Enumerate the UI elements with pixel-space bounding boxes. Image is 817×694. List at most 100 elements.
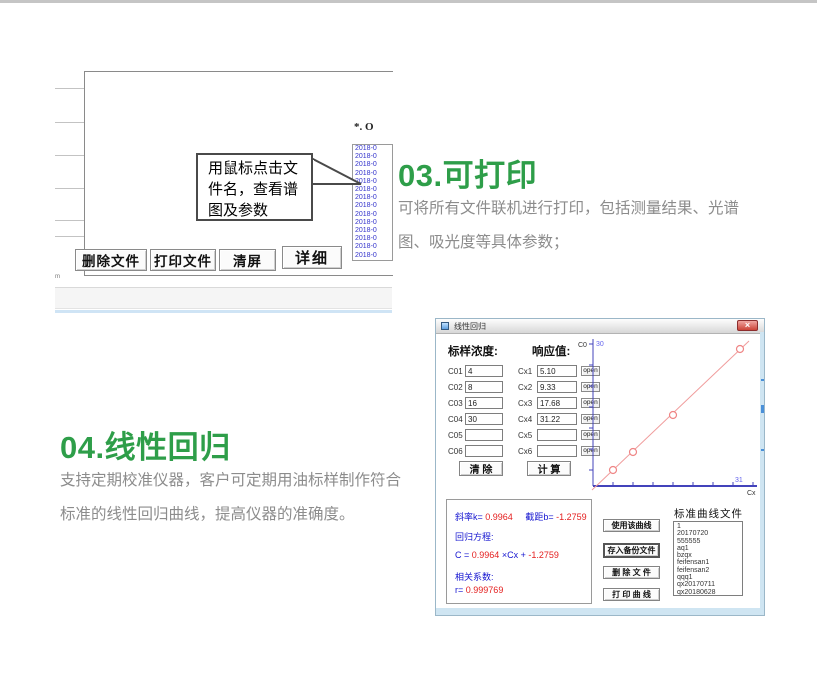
section-print-body: 可将所有文件联机进行打印，包括测量结果、光谱图、吸光度等具体参数； xyxy=(398,192,750,260)
curve-file-item[interactable]: bzqx xyxy=(677,552,742,559)
c-value-input[interactable] xyxy=(465,413,503,425)
callout-pointer xyxy=(311,156,363,190)
delete-curve-file-button[interactable]: 删 除 文 件 xyxy=(603,566,660,579)
file-date-item[interactable]: 2018-0 xyxy=(355,219,392,227)
use-curve-button[interactable]: 使用该曲线 xyxy=(603,519,660,532)
cx-label: Cx6 xyxy=(518,447,532,456)
equation-intercept: -1.2759 xyxy=(528,550,559,560)
clear-button[interactable]: 清 除 xyxy=(459,461,503,476)
cx-value-input[interactable] xyxy=(537,429,577,441)
curve-file-item[interactable]: feifensan1 xyxy=(677,559,742,566)
equation-slope: 0.9964 xyxy=(472,550,500,560)
curve-file-item[interactable]: 20170720 xyxy=(677,530,742,537)
file-date-item[interactable]: 2018-0 xyxy=(355,252,392,260)
cx-label: Cx3 xyxy=(518,399,532,408)
dialog-bottom-edge xyxy=(436,608,764,615)
edge-mark xyxy=(761,405,764,413)
accent-strip xyxy=(55,310,392,313)
section-print-heading: 03.可打印 xyxy=(398,150,537,195)
curve-file-item[interactable]: qqq1 xyxy=(677,574,742,581)
clear-screen-button[interactable]: 清屏 xyxy=(219,249,276,271)
save-backup-button[interactable]: 存入备份文件 xyxy=(603,543,660,558)
file-date-item[interactable]: 2018-0 xyxy=(355,202,392,210)
status-strip xyxy=(55,287,392,309)
linear-regression-dialog: 线性回归 × 标样浓度: 响应值: C01 Cx1 open C02 Cx2 o… xyxy=(435,318,765,616)
cx-label: Cx1 xyxy=(518,367,532,376)
data-point xyxy=(670,412,677,419)
gridline-stub xyxy=(55,188,84,189)
tooltip-callout: 用鼠标点击文 件名，查看谱 图及参数 xyxy=(196,153,313,221)
input-row: C05 Cx5 open xyxy=(436,429,601,443)
c-label: C02 xyxy=(448,383,463,392)
cx-value-input[interactable] xyxy=(537,397,577,409)
file-date-item[interactable]: 2018-0 xyxy=(355,194,392,202)
input-row: C04 Cx4 open xyxy=(436,413,601,427)
c-value-input[interactable] xyxy=(465,429,503,441)
r-value: 0.999769 xyxy=(466,585,504,595)
file-date-item[interactable]: 2018-0 xyxy=(355,235,392,243)
calculate-button[interactable]: 计 算 xyxy=(527,461,571,476)
software-screenshot-fragment: *. O 2018-0 2018-0 2018-0 2018-0 2018-0 … xyxy=(0,0,400,320)
curve-file-list[interactable]: 1 20170720 555555 aq1 bzqx feifensan1 fe… xyxy=(673,521,743,596)
gridline-stub xyxy=(55,88,84,89)
file-column-header: *. O xyxy=(354,121,374,133)
c-label: C06 xyxy=(448,447,463,456)
callout-text-line: 图及参数 xyxy=(208,200,311,221)
response-header: 响应值: xyxy=(532,343,570,359)
cx-label: Cx5 xyxy=(518,431,532,440)
cx-value-input[interactable] xyxy=(537,365,577,377)
cx-value-input[interactable] xyxy=(537,445,577,457)
equation-label: 回归方程: xyxy=(455,530,494,543)
section-regression-heading: 04.线性回归 xyxy=(60,422,231,467)
window-icon xyxy=(441,322,449,330)
c-value-input[interactable] xyxy=(465,397,503,409)
c-value-input[interactable] xyxy=(465,445,503,457)
file-date-item[interactable]: 2018-0 xyxy=(355,211,392,219)
slope-value: 0.9964 xyxy=(485,512,513,522)
curve-file-item[interactable]: qx20180628 xyxy=(677,589,742,596)
equation-mid: ×Cx + xyxy=(502,550,526,560)
print-curve-button[interactable]: 打 印 曲 线 xyxy=(603,588,660,601)
data-point xyxy=(630,449,637,456)
curve-file-item[interactable]: 555555 xyxy=(677,538,742,545)
edge-mark xyxy=(761,449,764,451)
input-row: C01 Cx1 open xyxy=(436,365,601,379)
curve-file-item[interactable]: qx20170711 xyxy=(677,581,742,588)
close-icon[interactable]: × xyxy=(737,320,758,331)
input-row: C06 Cx6 open xyxy=(436,445,601,459)
delete-file-button[interactable]: 删除文件 xyxy=(75,249,147,271)
curve-file-item[interactable]: aq1 xyxy=(677,545,742,552)
c-value-input[interactable] xyxy=(465,365,503,377)
c-label: C05 xyxy=(448,431,463,440)
cx-value-input[interactable] xyxy=(537,381,577,393)
c-label: C01 xyxy=(448,367,463,376)
file-date-item[interactable]: 2018-0 xyxy=(355,243,392,251)
callout-text-line: 件名，查看谱 xyxy=(208,179,311,200)
curve-file-item[interactable]: feifensan2 xyxy=(677,567,742,574)
dialog-title: 线性回归 xyxy=(454,321,486,332)
print-file-button[interactable]: 打印文件 xyxy=(150,249,216,271)
input-row: C03 Cx3 open xyxy=(436,397,601,411)
gridline-stub xyxy=(55,122,84,123)
concentration-header: 标样浓度: xyxy=(448,343,498,359)
data-point xyxy=(610,467,617,474)
edge-mark xyxy=(761,379,764,381)
r-label: r= xyxy=(455,585,463,595)
unit-label: m xyxy=(55,274,60,280)
y-axis-name: C0 xyxy=(578,342,587,349)
slope-label: 斜率k= xyxy=(455,512,483,522)
regression-chart xyxy=(589,335,761,495)
gridline-stub xyxy=(55,155,84,156)
c-label: C03 xyxy=(448,399,463,408)
curve-file-item[interactable]: 1 xyxy=(677,523,742,530)
correlation-label: 相关系数: xyxy=(455,570,494,583)
c-label: C04 xyxy=(448,415,463,424)
equation-lhs: C = xyxy=(455,550,469,560)
file-date-item[interactable]: 2018-0 xyxy=(355,145,392,153)
detail-button[interactable]: 详细 xyxy=(282,246,342,269)
cx-value-input[interactable] xyxy=(537,413,577,425)
intercept-label: 截距b= xyxy=(525,512,553,522)
dialog-titlebar[interactable]: 线性回归 × xyxy=(436,319,764,334)
file-date-item[interactable]: 2018-0 xyxy=(355,227,392,235)
c-value-input[interactable] xyxy=(465,381,503,393)
